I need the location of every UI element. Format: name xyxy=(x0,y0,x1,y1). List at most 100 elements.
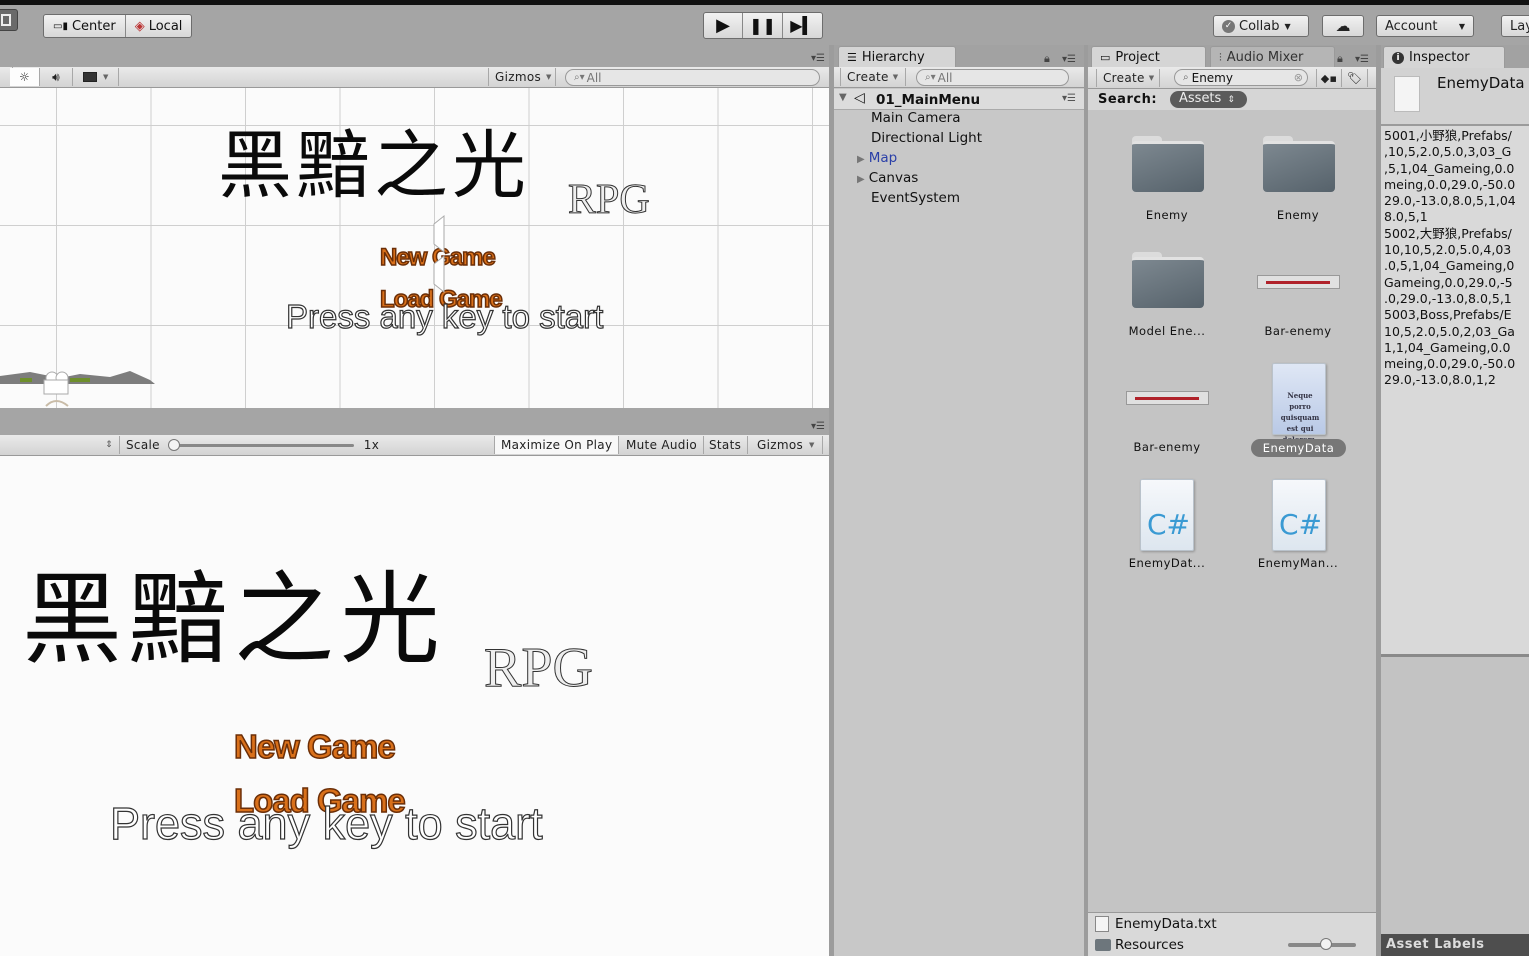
asset-bar-enemy-1[interactable] xyxy=(1257,275,1340,289)
scale-slider[interactable] xyxy=(167,438,354,452)
lock-icon[interactable]: 🔒︎ xyxy=(1044,52,1050,66)
search-icon: ⌕▾ xyxy=(925,72,936,83)
project-footer: EnemyData.txt Resources xyxy=(1088,912,1376,956)
effects-dropdown[interactable]: ▼ xyxy=(73,68,119,86)
asset-label[interactable]: Enemy xyxy=(1107,208,1227,222)
chevron-down-icon: ▼ xyxy=(809,441,815,449)
asset-label[interactable]: EnemyDat... xyxy=(1107,556,1227,570)
hierarchy-item-main-camera[interactable]: Main Camera xyxy=(871,110,961,126)
hierarchy-panel: ▼ ◁ 01_MainMenu ▾☰ Main Camera Direction… xyxy=(834,88,1084,956)
panel-menu-icon[interactable]: ▾☰ xyxy=(1355,54,1369,65)
project-create-dropdown[interactable]: Create ▼ xyxy=(1096,69,1160,87)
cloud-button[interactable]: ☁ xyxy=(1322,15,1364,37)
expand-arrow-icon[interactable]: ▼ xyxy=(839,92,847,103)
panel-menu-icon[interactable]: ▾☰ xyxy=(811,53,825,64)
tag-icon: 🏷︎ xyxy=(1346,71,1363,85)
mute-audio-toggle[interactable]: Mute Audio xyxy=(620,436,704,454)
filter-by-label-button[interactable]: 🏷︎ xyxy=(1342,69,1368,87)
audio-toggle[interactable]: 🔊︎ xyxy=(40,68,73,86)
hierarchy-item-directional-light[interactable]: Directional Light xyxy=(871,130,982,146)
scene-title-cn: 黑黯之光 xyxy=(218,123,530,209)
scene-gizmos-dropdown[interactable]: Gizmos ▼ xyxy=(488,68,556,86)
layers-dropdown[interactable]: Lay xyxy=(1501,15,1529,37)
selected-asset-path[interactable]: EnemyData.txt xyxy=(1115,916,1217,932)
scene-view[interactable]: 黑黯之光 RPG New Game Load Game Press any ke… xyxy=(0,88,829,408)
asset-label-selected[interactable]: EnemyData xyxy=(1251,439,1346,457)
hierarchy-item-map[interactable]: ▶ Map xyxy=(857,150,897,166)
scene-header-row[interactable]: ▼ ◁ 01_MainMenu ▾☰ xyxy=(834,89,1084,110)
map-terrain xyxy=(0,366,160,406)
pivot-local-button[interactable]: ◈ Local xyxy=(126,15,192,37)
project-assets-grid: Enemy Enemy Model Ene... Bar-enemy Bar-e… xyxy=(1088,110,1376,912)
image-icon xyxy=(83,72,97,82)
icon-size-slider[interactable] xyxy=(1288,938,1356,950)
asset-enemy-folder-1[interactable] xyxy=(1132,136,1204,196)
asset-bar-enemy-2[interactable] xyxy=(1126,391,1209,405)
hierarchy-toolbar: Create ▼ ⌕▾ All xyxy=(834,67,1084,88)
rect-tool-button[interactable] xyxy=(0,9,18,31)
text-asset-content: 5001,小野狼,Prefabs/ ,10,5,2.0,5.0,3,03_G ,… xyxy=(1384,128,1516,388)
lock-icon[interactable]: 🔒︎ xyxy=(1337,52,1343,66)
tab-hierarchy[interactable]: ☰ Hierarchy xyxy=(838,46,956,68)
scene-title-rpg: RPG xyxy=(568,177,651,224)
folder-icon xyxy=(1132,252,1204,308)
icon-size-slider-handle[interactable] xyxy=(1320,938,1332,950)
project-search-input[interactable]: ⌕ Enemy ⊗ xyxy=(1174,69,1308,86)
maximize-on-play-toggle[interactable]: Maximize On Play xyxy=(494,436,620,454)
chevron-updown-icon: ⇕ xyxy=(105,440,113,450)
hierarchy-search-input[interactable]: ⌕▾ All xyxy=(916,69,1069,86)
lighting-toggle[interactable]: ☼ xyxy=(10,68,40,86)
game-gizmos-dropdown[interactable]: Gizmos ▼ xyxy=(751,436,823,454)
panel-menu-icon[interactable]: ▾☰ xyxy=(1062,54,1076,65)
unity-scene-icon: ◁ xyxy=(854,90,865,106)
asset-label[interactable]: Bar-enemy xyxy=(1107,440,1227,454)
text-file-icon xyxy=(1095,916,1109,932)
game-view[interactable]: 黑黯之光 RPG New Game Load Game Press any ke… xyxy=(0,456,829,956)
step-button[interactable]: ▶▍ xyxy=(783,13,822,38)
center-icon: ▭▮ xyxy=(53,20,68,32)
asset-label[interactable]: Enemy xyxy=(1238,208,1358,222)
chevron-down-icon: ▼ xyxy=(892,73,899,81)
clear-search-icon[interactable]: ⊗ xyxy=(1294,71,1303,84)
scene-search-input[interactable]: ⌕▾ All xyxy=(565,69,820,86)
folder-icon xyxy=(1263,136,1335,192)
audio-source-gizmo-icon xyxy=(430,212,452,302)
panel-menu-icon[interactable]: ▾☰ xyxy=(811,421,825,432)
asset-enemymanager-script[interactable]: C# xyxy=(1272,479,1326,551)
scene-toolbar: ☼ 🔊︎ ▼ Gizmos ▼ ⌕▾ All xyxy=(0,67,829,88)
account-dropdown[interactable]: Account ▼ xyxy=(1376,15,1474,37)
filter-by-type-button[interactable]: ◆▪ xyxy=(1316,69,1342,87)
expand-arrow-icon[interactable]: ▶ xyxy=(857,174,865,185)
pause-icon: ❚❚ xyxy=(749,16,776,35)
tab-inspector[interactable]: i Inspector xyxy=(1383,46,1505,68)
play-button[interactable]: ▶ xyxy=(704,13,743,38)
hierarchy-item-canvas[interactable]: ▶ Canvas xyxy=(857,170,918,186)
asset-enemydata-text[interactable]: Neque porro quisquam est qui dolorem. xyxy=(1272,363,1326,444)
asset-label[interactable]: EnemyMan... xyxy=(1238,556,1358,570)
hierarchy-item-eventsystem[interactable]: EventSystem xyxy=(871,190,960,206)
tab-project[interactable]: ▭ Project xyxy=(1091,46,1206,68)
scene-menu-icon[interactable]: ▾☰ xyxy=(1062,93,1076,104)
scale-slider-handle[interactable] xyxy=(167,439,180,451)
asset-labels-bar[interactable]: Asset Labels xyxy=(1381,934,1529,956)
stats-toggle[interactable]: Stats xyxy=(703,436,749,454)
pivot-center-button[interactable]: ▭▮ Center xyxy=(44,15,126,37)
resources-path[interactable]: Resources xyxy=(1115,937,1184,953)
expand-arrow-icon[interactable]: ▶ xyxy=(857,154,865,165)
text-document-icon: Neque porro quisquam est qui dolorem. xyxy=(1280,391,1320,444)
asset-label[interactable]: Bar-enemy xyxy=(1238,324,1358,338)
game-new-game[interactable]: New Game xyxy=(233,727,396,766)
camera-gizmo-icon xyxy=(40,370,74,408)
chevron-down-icon: ▼ xyxy=(1148,74,1155,82)
tab-audio-mixer[interactable]: ⫶ Audio Mixer xyxy=(1210,46,1335,68)
search-scope-assets[interactable]: Assets ⇕ xyxy=(1170,91,1247,108)
hierarchy-create-dropdown[interactable]: Create ▼ xyxy=(840,68,906,86)
collab-button[interactable]: ✓ Collab ▼ xyxy=(1213,15,1309,37)
pause-button[interactable]: ❚❚ xyxy=(743,13,783,38)
asset-label[interactable]: Model Ene... xyxy=(1107,324,1227,338)
display-dropdown[interactable]: ⇕ xyxy=(0,436,120,454)
asset-model-enemy-folder[interactable] xyxy=(1132,252,1204,312)
asset-enemydata-script[interactable]: C# xyxy=(1140,479,1194,551)
asset-enemy-folder-2[interactable] xyxy=(1263,136,1335,196)
scene-tab-strip: ▾☰ xyxy=(0,45,829,67)
